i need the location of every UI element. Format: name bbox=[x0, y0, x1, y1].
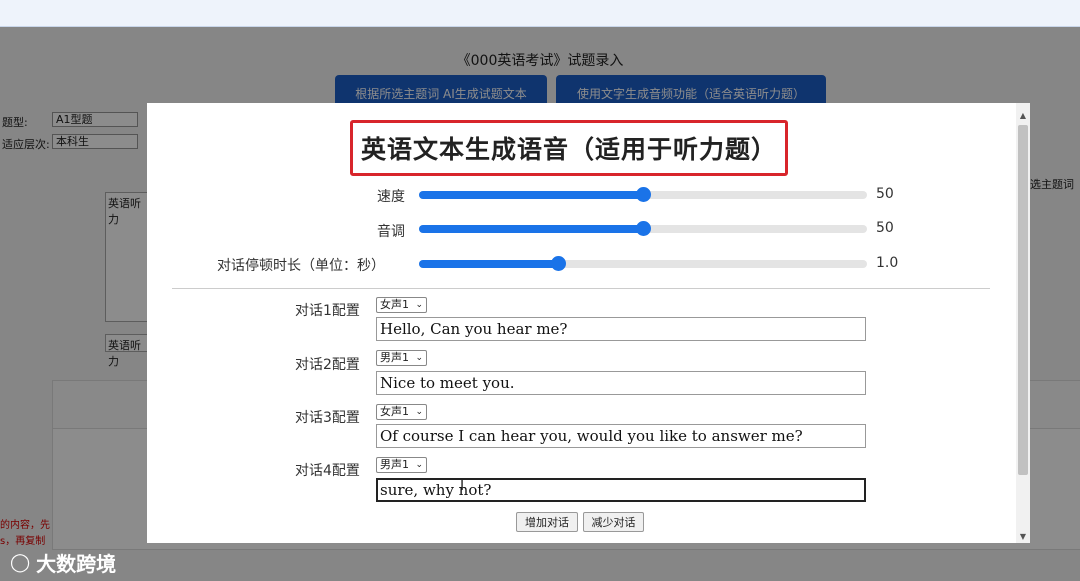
dialog-4-label: 对话4配置 bbox=[295, 463, 360, 479]
browser-top-bar bbox=[0, 0, 1080, 27]
pause-slider-fill bbox=[419, 260, 558, 268]
speed-slider-fill bbox=[419, 191, 643, 199]
dialog-3-voice-value: 女声1 bbox=[380, 405, 409, 418]
speed-label: 速度 bbox=[377, 189, 405, 205]
pitch-value: 50 bbox=[876, 220, 894, 236]
add-dialog-button[interactable]: 增加对话 bbox=[516, 512, 578, 532]
dialog-1-voice-select[interactable]: 女声1 ⌄ bbox=[376, 297, 427, 313]
pitch-slider-handle[interactable] bbox=[636, 221, 651, 236]
modal-scrollbar[interactable]: ▲ ▼ bbox=[1016, 103, 1030, 543]
dialog-2-voice-select[interactable]: 男声1 ⌄ bbox=[376, 350, 427, 366]
modal-heading: 英语文本生成语音（适用于听力题） bbox=[360, 135, 777, 164]
speed-slider[interactable] bbox=[419, 187, 867, 202]
chevron-down-icon: ⌄ bbox=[415, 407, 423, 417]
modal-divider bbox=[172, 288, 990, 289]
modal-heading-box: 英语文本生成语音（适用于听力题） bbox=[350, 120, 788, 176]
watermark: ◯ 大数跨境 bbox=[10, 548, 116, 577]
dialog-3-text-input[interactable]: Of course I can hear you, would you like… bbox=[376, 424, 866, 448]
pause-slider[interactable] bbox=[419, 256, 867, 271]
dialog-4-voice-select[interactable]: 男声1 ⌄ bbox=[376, 457, 427, 473]
scroll-down-icon[interactable]: ▼ bbox=[1016, 532, 1030, 541]
dialog-4-text-input[interactable]: sure, why not? bbox=[376, 478, 866, 502]
tts-modal: 英语文本生成语音（适用于听力题） 速度 50 音调 50 对话停顿时长（单位：秒… bbox=[147, 103, 1030, 543]
pitch-slider[interactable] bbox=[419, 221, 867, 236]
pause-value: 1.0 bbox=[876, 255, 899, 271]
watermark-text: 大数跨境 bbox=[36, 552, 117, 576]
remove-dialog-button[interactable]: 减少对话 bbox=[583, 512, 644, 532]
chevron-down-icon: ⌄ bbox=[415, 460, 423, 470]
speed-slider-handle[interactable] bbox=[636, 187, 651, 202]
chevron-down-icon: ⌄ bbox=[415, 353, 423, 363]
pitch-slider-fill bbox=[419, 225, 643, 233]
chevron-down-icon: ⌄ bbox=[415, 300, 423, 310]
dialog-2-text-input[interactable]: Nice to meet you. bbox=[376, 371, 866, 395]
text-cursor-icon: I bbox=[460, 478, 465, 494]
brand-logo-icon: ◯ bbox=[10, 552, 31, 573]
pause-label: 对话停顿时长（单位：秒） bbox=[217, 258, 385, 274]
pitch-label: 音调 bbox=[377, 224, 405, 240]
pause-slider-handle[interactable] bbox=[550, 256, 566, 271]
scrollbar-thumb[interactable] bbox=[1018, 125, 1028, 475]
dialog-1-text-input[interactable]: Hello, Can you hear me? bbox=[376, 317, 866, 341]
dialog-2-voice-value: 男声1 bbox=[380, 351, 409, 364]
dialog-4-voice-value: 男声1 bbox=[380, 458, 409, 471]
dialog-2-label: 对话2配置 bbox=[295, 357, 360, 373]
dialog-3-voice-select[interactable]: 女声1 ⌄ bbox=[376, 404, 427, 420]
scroll-up-icon[interactable]: ▲ bbox=[1016, 111, 1030, 120]
dialog-1-voice-value: 女声1 bbox=[380, 298, 409, 311]
dialog-1-label: 对话1配置 bbox=[295, 303, 360, 319]
speed-value: 50 bbox=[876, 186, 894, 202]
dialog-3-label: 对话3配置 bbox=[295, 410, 360, 426]
